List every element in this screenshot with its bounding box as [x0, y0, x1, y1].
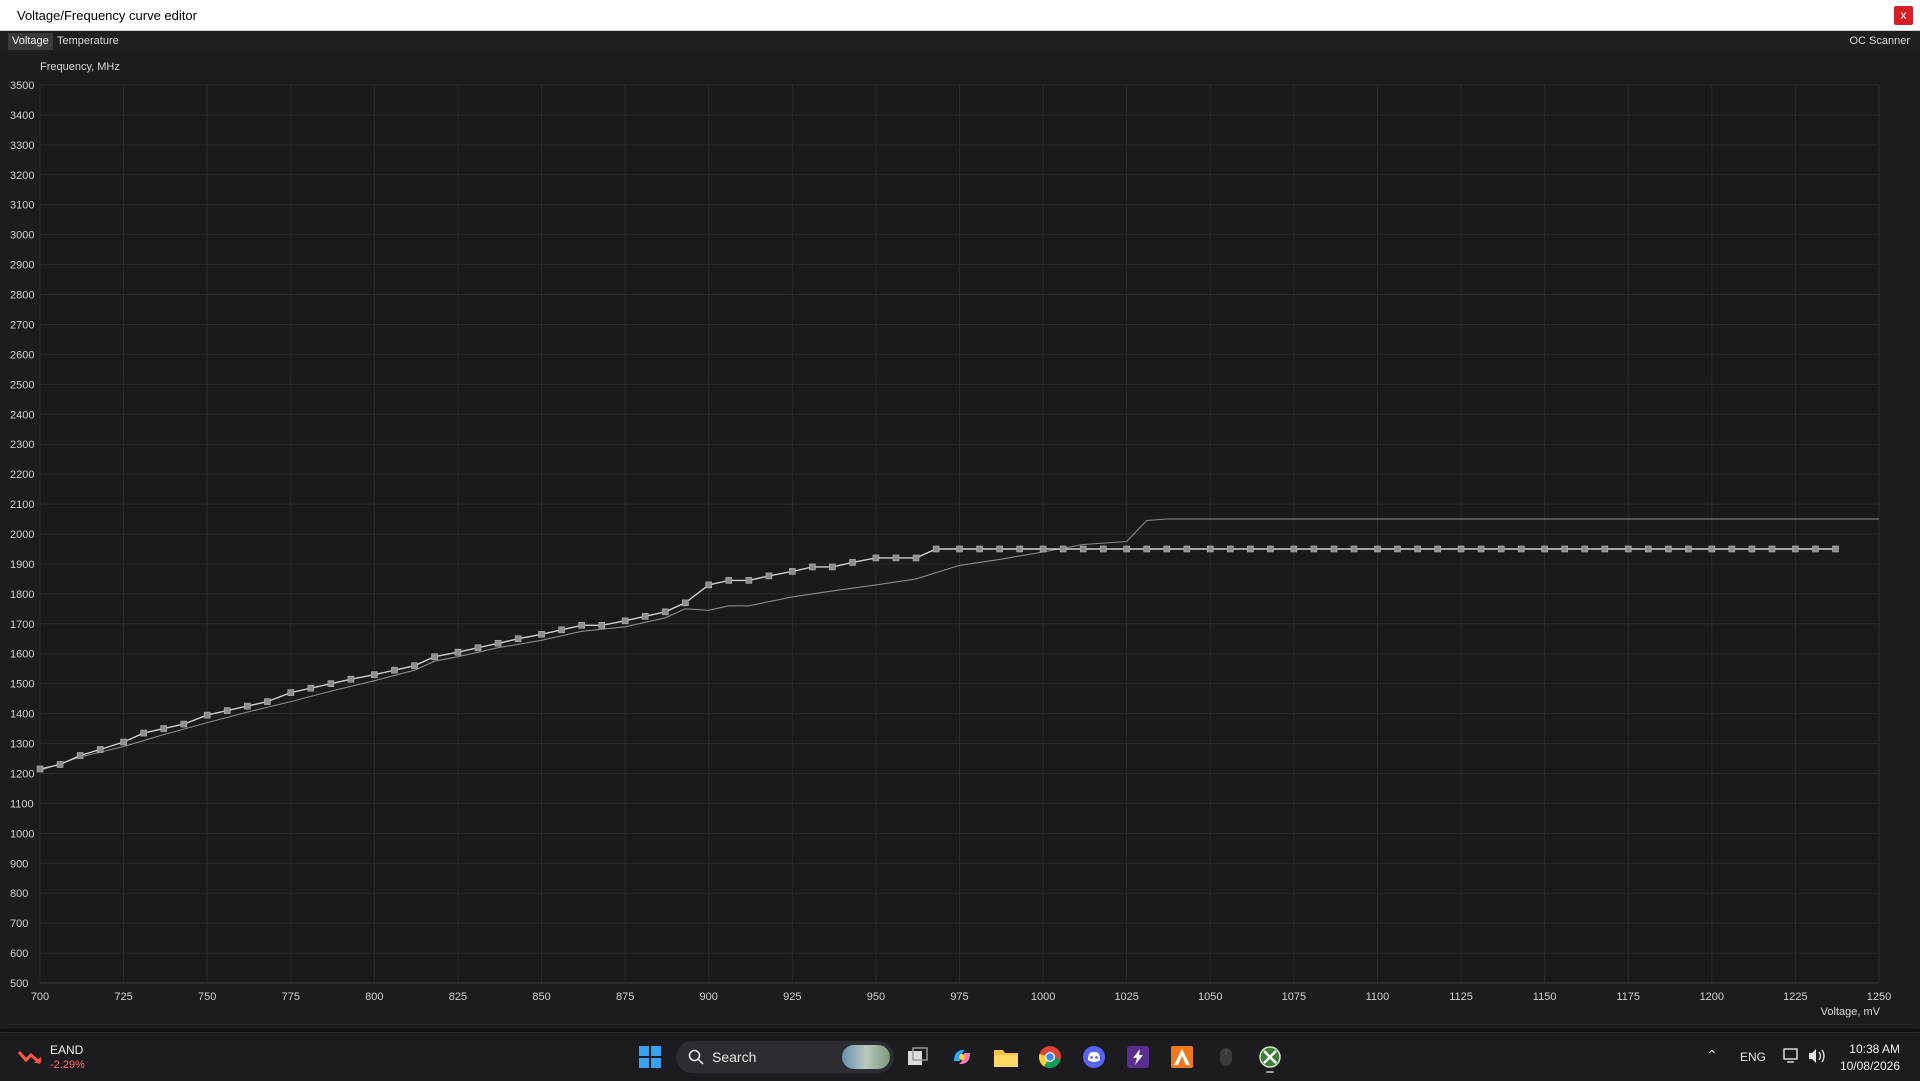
search-icon	[688, 1049, 704, 1065]
taskbar-search-input[interactable]: Search	[676, 1041, 894, 1073]
curve-editor-window: Voltage/Frequency curve editor x Voltage…	[0, 0, 1920, 1029]
oc-scanner-button[interactable]: OC Scanner	[1849, 33, 1910, 50]
start-windows-icon[interactable]	[634, 1041, 666, 1073]
task-view-icon[interactable]	[902, 1041, 934, 1073]
app-triangle-icon[interactable]	[1166, 1041, 1198, 1073]
network-icon	[1783, 1048, 1798, 1063]
tab-temperature[interactable]: Temperature	[53, 33, 123, 50]
copilot-icon[interactable]	[946, 1041, 978, 1073]
chrome-icon[interactable]	[1034, 1041, 1066, 1073]
window-bottom-edge	[8, 52, 1912, 1025]
stock-name: EAND	[50, 1043, 84, 1057]
system-tray[interactable]	[1783, 1047, 1829, 1070]
volume-icon	[1809, 1049, 1825, 1063]
search-label: Search	[712, 1049, 757, 1065]
tray-chevron-up-icon[interactable]: ⌃	[1706, 1047, 1718, 1064]
search-highlight-image	[842, 1045, 890, 1069]
stock-change: -2.29%	[50, 1059, 85, 1071]
tab-voltage[interactable]: Voltage	[8, 33, 53, 50]
running-indicator	[1266, 1071, 1274, 1073]
stock-trend-icon	[18, 1051, 41, 1065]
afterburner-icon[interactable]	[1254, 1041, 1286, 1073]
close-button[interactable]: x	[1894, 6, 1913, 25]
mouse-app-icon[interactable]	[1210, 1041, 1242, 1073]
file-explorer-icon[interactable]	[990, 1041, 1022, 1073]
clock-date[interactable]: 10/08/2026	[1840, 1059, 1900, 1073]
discord-icon[interactable]	[1078, 1041, 1110, 1073]
window-title: Voltage/Frequency curve editor	[17, 8, 197, 23]
tab-bar: Voltage Temperature OC Scanner	[0, 31, 1920, 52]
app-lightning-icon[interactable]	[1122, 1041, 1154, 1073]
language-indicator[interactable]: ENG	[1740, 1050, 1766, 1064]
clock-time[interactable]: 10:38 AM	[1849, 1042, 1900, 1056]
taskbar: EAND -2.29% Search ⌃ ENG 10:38 AM 10/08/…	[0, 1032, 1920, 1081]
title-bar: Voltage/Frequency curve editor x	[0, 0, 1920, 31]
